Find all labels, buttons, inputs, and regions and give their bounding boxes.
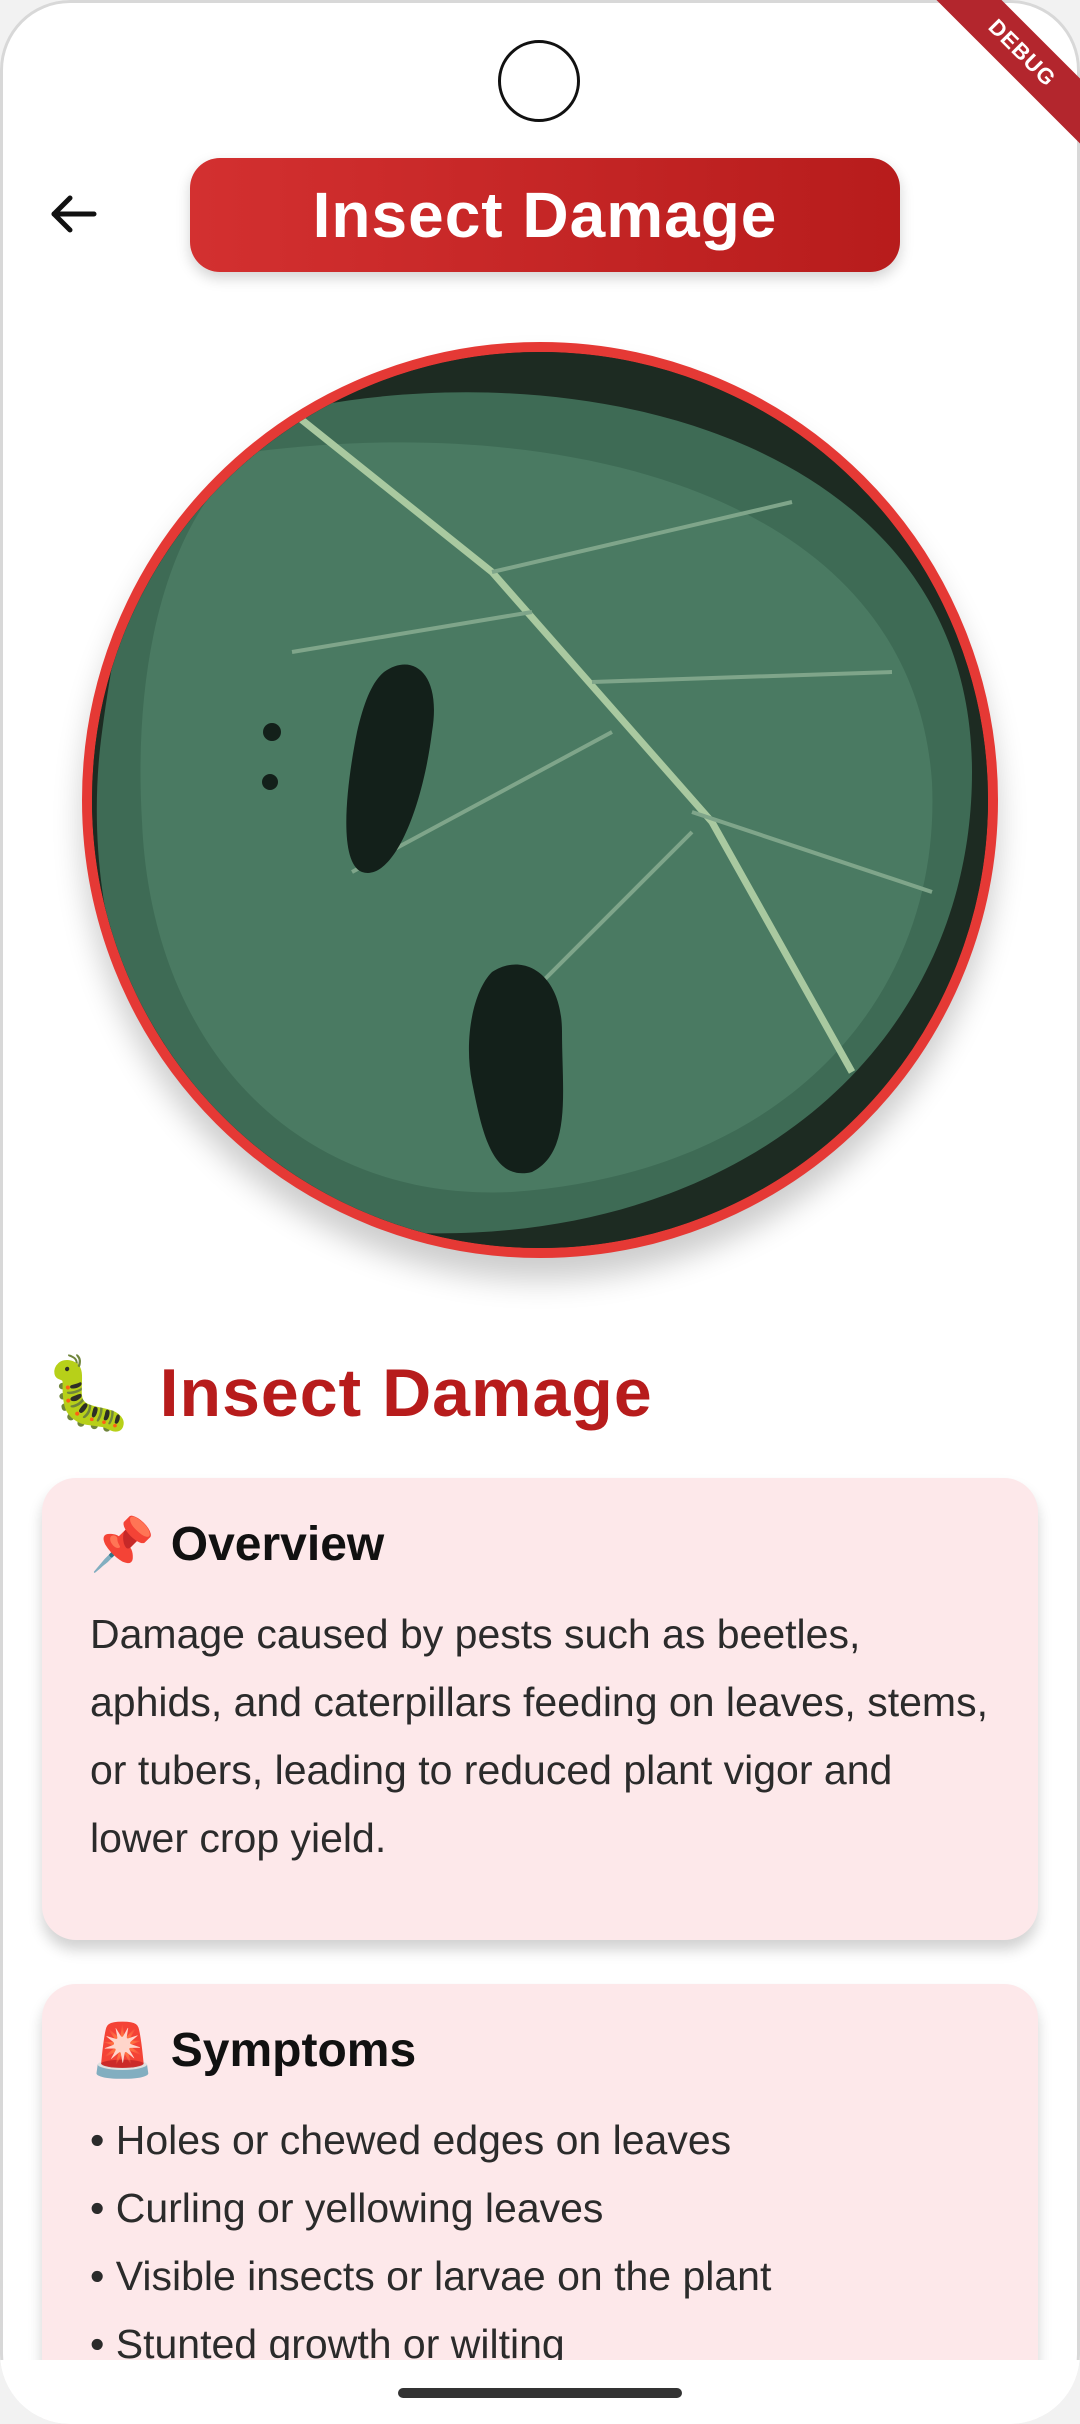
symptom-item: • Holes or chewed edges on leaves — [90, 2117, 732, 2163]
gesture-navigation-bar[interactable] — [398, 2388, 682, 2398]
disease-name: Insect Damage — [159, 1355, 653, 1431]
leaf-photo — [92, 352, 988, 1248]
symptoms-card: 🚨 Symptoms • Holes or chewed edges on le… — [42, 1984, 1038, 2424]
symptoms-header: 🚨 Symptoms — [90, 1984, 990, 2106]
overview-card: 📌 Overview Damage caused by pests such a… — [42, 1478, 1038, 1940]
siren-icon: 🚨 — [90, 2021, 155, 2080]
caterpillar-icon: 🐛 — [44, 1353, 134, 1434]
symptoms-title: Symptoms — [170, 2023, 417, 2077]
page-title: Insect Damage — [190, 158, 900, 272]
disease-heading: 🐛 Insect Damage — [44, 1348, 653, 1438]
symptom-item: • Curling or yellowing leaves — [90, 2185, 604, 2231]
phone-screen: DEBUG Insect Damage 🐛 Insect Damage 📌 Ov… — [0, 0, 1080, 2424]
camera-cutout — [498, 40, 580, 122]
symptom-item: • Visible insects or larvae on the plant — [90, 2253, 772, 2299]
pushpin-icon: 📌 — [90, 1515, 155, 1574]
back-button[interactable] — [44, 184, 104, 244]
arrow-left-icon — [51, 195, 97, 233]
debug-banner: DEBUG — [920, 0, 1080, 155]
overview-title: Overview — [170, 1517, 385, 1571]
disease-image — [82, 342, 998, 1258]
overview-header: 📌 Overview — [90, 1478, 990, 1600]
overview-text: Damage caused by pests such as beetles, … — [90, 1611, 988, 1861]
